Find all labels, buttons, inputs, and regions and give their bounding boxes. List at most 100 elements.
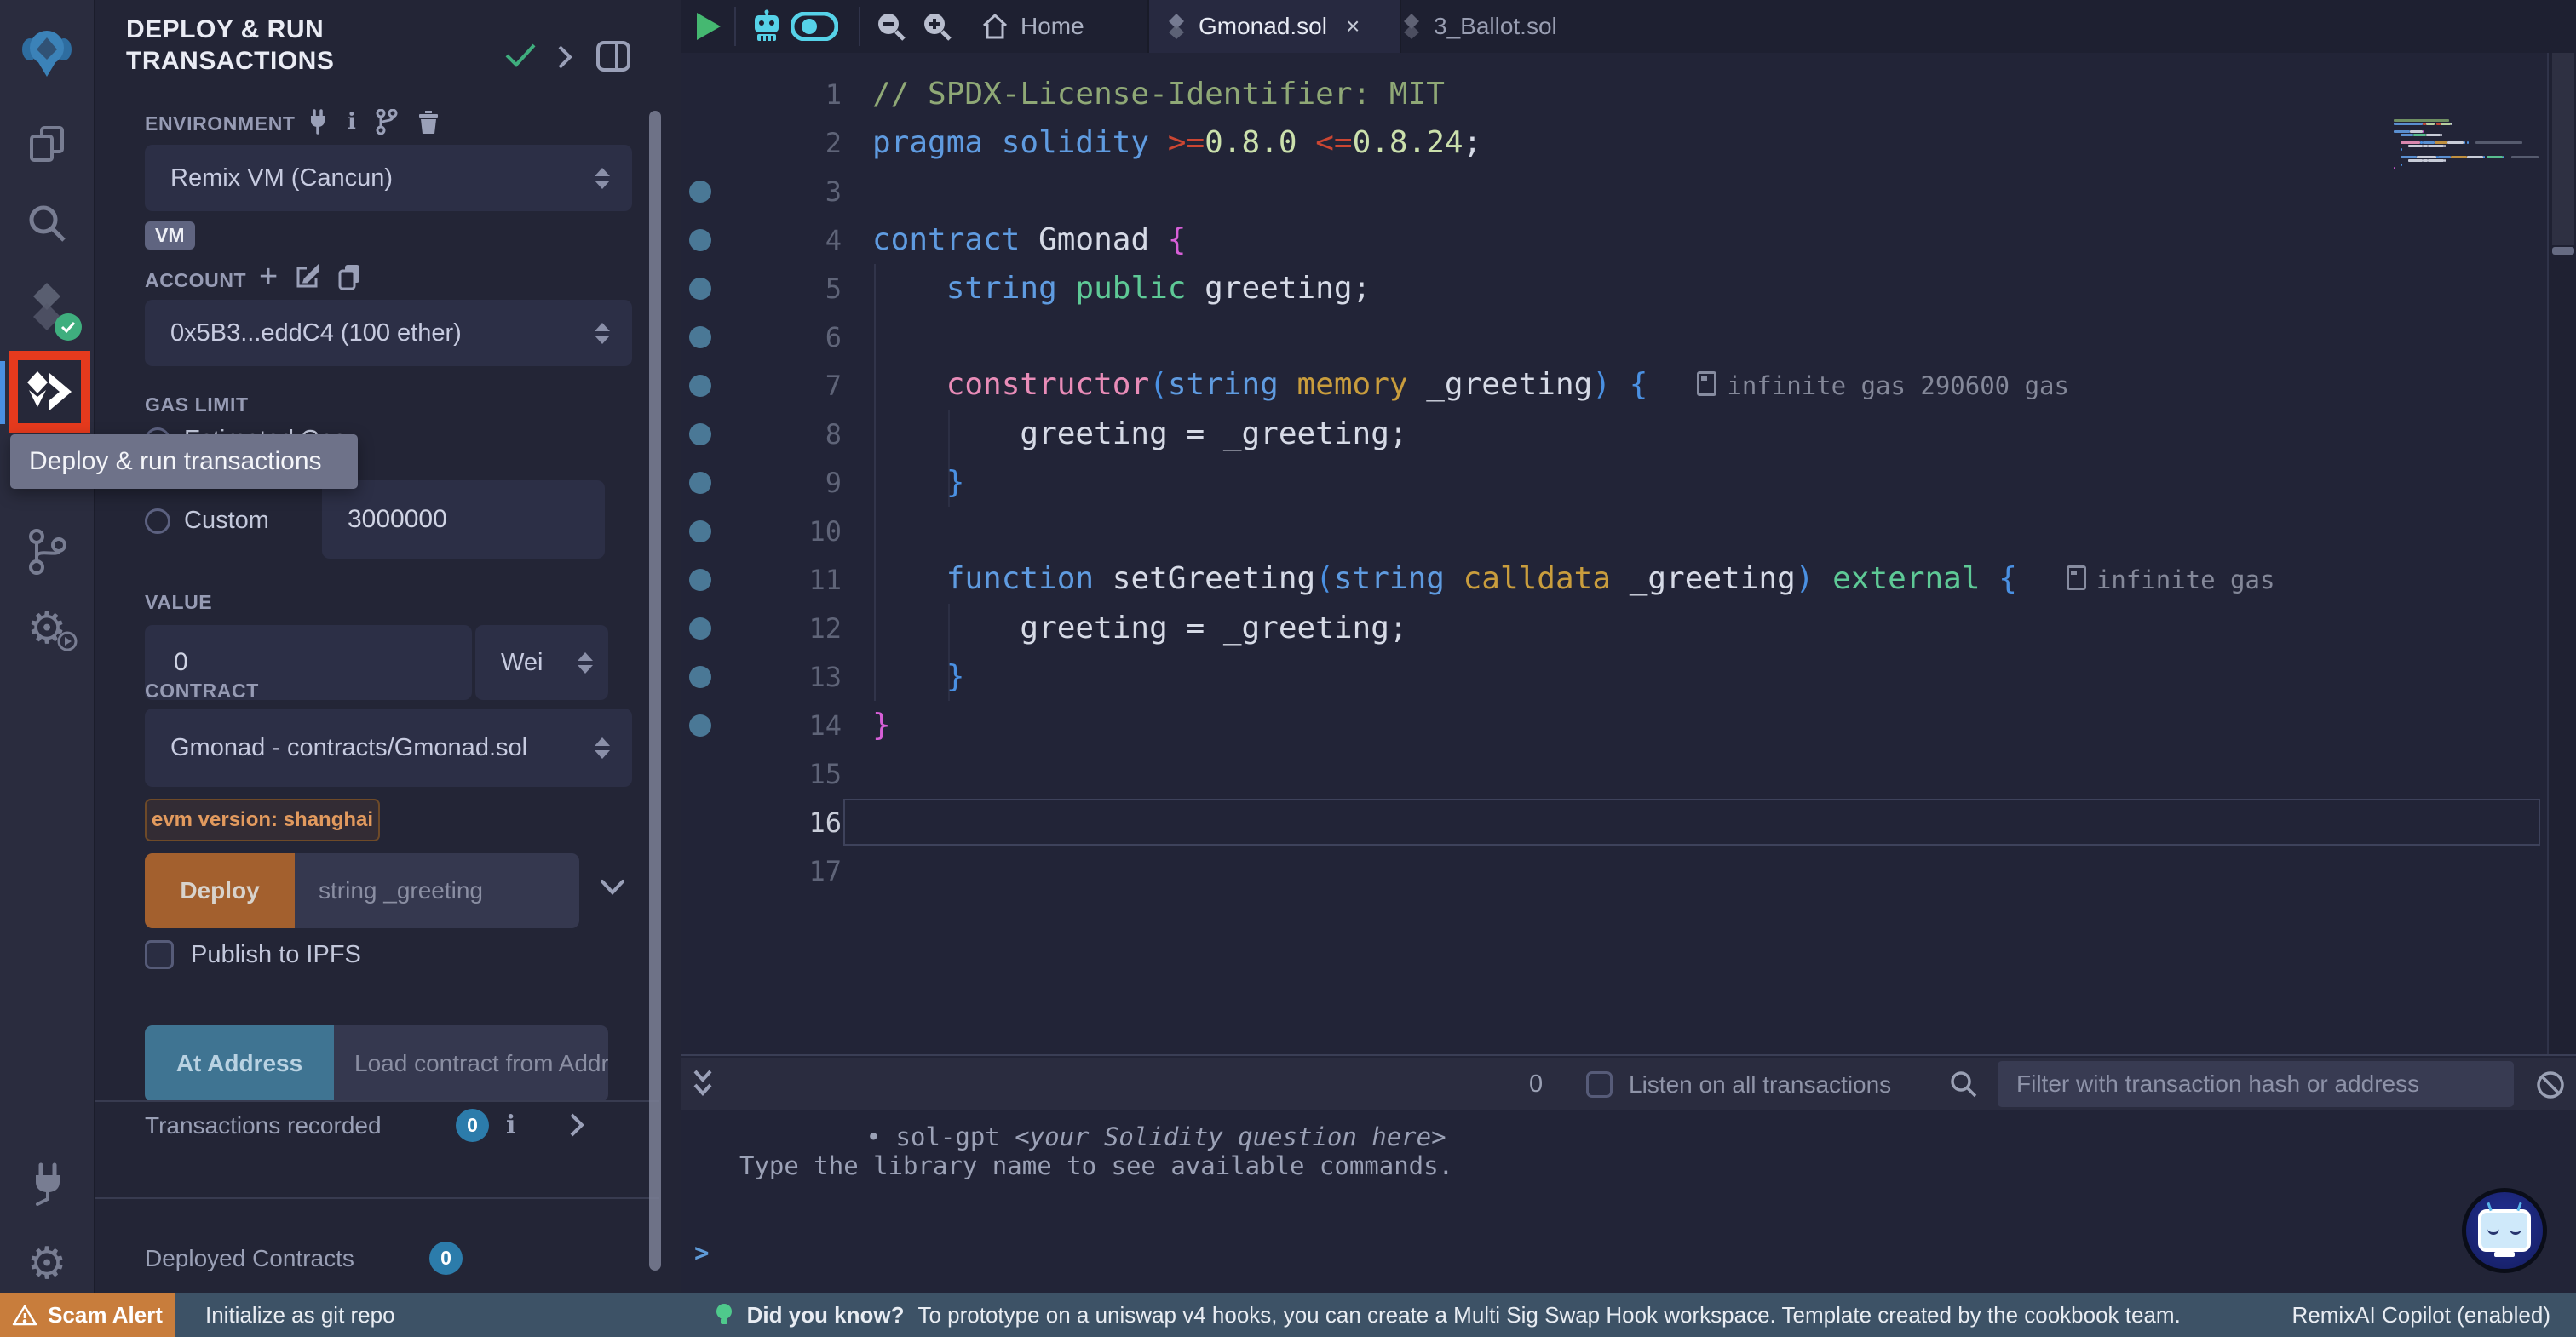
delete-environment-icon[interactable] — [417, 109, 440, 135]
code-line[interactable]: 16 — [681, 798, 2576, 846]
transaction-filter-input[interactable]: Filter with transaction hash or address — [1998, 1061, 2514, 1107]
plug-icon[interactable] — [307, 109, 329, 135]
copy-account-icon[interactable] — [337, 263, 361, 290]
breakpoint-dot[interactable] — [689, 229, 711, 251]
panel-title: DEPLOY & RUN TRANSACTIONS — [126, 14, 501, 77]
search-icon[interactable] — [0, 201, 94, 245]
git-init-item[interactable]: Initialize as git repo — [205, 1302, 395, 1328]
account-select[interactable]: 0x5B3...eddC4 (100 ether) — [145, 300, 632, 366]
transactions-expand-icon[interactable] — [569, 1112, 584, 1138]
at-address-button[interactable]: At Address — [145, 1025, 334, 1102]
remixai-assistant-button[interactable] — [2462, 1188, 2547, 1273]
settings-icon[interactable]: ⚙ — [0, 1242, 94, 1286]
vm-badge: VM — [145, 221, 195, 250]
code-line[interactable]: 11 function setGreeting(string calldata … — [681, 555, 2576, 604]
breakpoint-dot[interactable] — [689, 520, 711, 542]
breakpoint-dot[interactable] — [689, 423, 711, 445]
code-line[interactable]: 4contract Gmonad { — [681, 215, 2576, 264]
value-label: VALUE — [145, 591, 212, 614]
breakpoint-dot[interactable] — [689, 714, 711, 737]
breakpoint-dot[interactable] — [689, 617, 711, 640]
edit-account-icon[interactable] — [295, 264, 320, 290]
zoom-out-icon[interactable] — [876, 11, 906, 42]
breakpoint-dot[interactable] — [689, 666, 711, 688]
breakpoint-dot[interactable] — [689, 375, 711, 397]
code-line[interactable]: 9 } — [681, 458, 2576, 507]
run-script-icon[interactable] — [695, 11, 722, 42]
panel-scrollbar[interactable] — [649, 111, 661, 1271]
breakpoint-dot[interactable] — [689, 472, 711, 494]
environment-select[interactable]: Remix VM (Cancun) — [145, 145, 632, 211]
editor-scrollbar[interactable] — [2547, 53, 2576, 1054]
ai-copilot-robot-icon[interactable] — [750, 9, 784, 43]
add-account-icon[interactable]: + — [259, 262, 278, 291]
breakpoint-dot[interactable] — [689, 278, 711, 300]
breakpoint-dot[interactable] — [689, 326, 711, 348]
lightbulb-icon — [715, 1302, 733, 1328]
breakpoint-dot[interactable] — [689, 181, 711, 203]
clear-console-icon[interactable] — [2535, 1070, 2566, 1100]
at-address-input[interactable]: Load contract from Address — [334, 1025, 608, 1102]
terminal: • sol-gpt <your Solidity question here> … — [681, 1054, 2576, 1293]
code-line[interactable]: 8 greeting = _greeting; — [681, 410, 2576, 458]
plugin-connect-icon[interactable] — [0, 1160, 94, 1206]
publish-ipfs-row[interactable]: Publish to IPFS — [145, 940, 361, 969]
code-line[interactable]: 17 — [681, 846, 2576, 895]
zoom-in-icon[interactable] — [922, 11, 952, 42]
code-line[interactable]: 6 — [681, 313, 2576, 361]
copilot-toggle-icon[interactable] — [791, 12, 838, 41]
minimap[interactable] — [2394, 119, 2544, 181]
tab-gmonad-sol[interactable]: Gmonad.sol × — [1147, 0, 1401, 53]
panel-expand-chevron-icon[interactable] — [557, 44, 572, 70]
code-line[interactable]: 2pragma solidity >=0.8.0 <=0.8.24; — [681, 118, 2576, 167]
code-line[interactable]: 5 string public greeting; — [681, 264, 2576, 313]
breakpoint-dot[interactable] — [689, 569, 711, 591]
terminal-prompt: > — [694, 1238, 709, 1267]
custom-gas-radio-row[interactable]: Custom — [145, 507, 269, 535]
code-editor[interactable]: 1// SPDX-License-Identifier: MIT2pragma … — [681, 53, 2576, 1054]
environment-info-icon[interactable]: i — [348, 109, 356, 135]
copilot-status[interactable]: RemixAI Copilot (enabled) — [2292, 1302, 2550, 1328]
custom-gas-input[interactable]: 3000000 — [322, 480, 605, 559]
git-icon[interactable] — [0, 528, 94, 576]
deploy-expand-chevron-icon[interactable] — [600, 879, 625, 896]
custom-gas-radio-label: Custom — [184, 507, 269, 535]
code-line[interactable]: 12 greeting = _greeting; — [681, 604, 2576, 652]
deploy-param-input[interactable]: string _greeting — [295, 853, 579, 928]
plugin-manager-icon[interactable]: ⚙ — [0, 606, 94, 651]
close-tab-icon[interactable]: × — [1346, 13, 1360, 40]
deploy-run-highlight-box[interactable] — [9, 351, 90, 433]
section-divider — [95, 1197, 659, 1199]
contract-select[interactable]: Gmonad - contracts/Gmonad.sol — [145, 709, 632, 787]
line-number: 3 — [719, 175, 842, 208]
fork-environment-icon[interactable] — [375, 109, 399, 135]
listen-all-transactions-checkbox[interactable] — [1586, 1071, 1613, 1098]
custom-gas-radio[interactable] — [145, 508, 170, 534]
remix-logo-icon[interactable] — [0, 24, 94, 78]
pin-panel-icon[interactable] — [595, 39, 632, 73]
solidity-compiler-icon[interactable] — [0, 281, 94, 334]
code-line[interactable]: 3 — [681, 167, 2576, 215]
transactions-info-icon[interactable]: i — [506, 1110, 515, 1140]
scam-alert-badge[interactable]: Scam Alert — [0, 1293, 175, 1337]
status-bar: Scam Alert Initialize as git repo Did yo… — [0, 1293, 2576, 1337]
value-unit-select[interactable]: Wei — [475, 625, 608, 700]
select-arrows-icon — [578, 652, 593, 674]
file-explorer-icon[interactable] — [0, 123, 94, 167]
code-line[interactable]: 14} — [681, 701, 2576, 749]
deploy-button[interactable]: Deploy — [145, 853, 295, 928]
code-line[interactable]: 7 constructor(string memory _greeting) {… — [681, 361, 2576, 410]
deployed-contracts-label: Deployed Contracts — [145, 1245, 354, 1272]
tab-ballot-sol[interactable]: 3_Ballot.sol — [1384, 0, 1585, 53]
line-number: 16 — [719, 806, 842, 839]
tab-home[interactable]: Home — [963, 0, 1164, 53]
code-line[interactable]: 1// SPDX-License-Identifier: MIT — [681, 70, 2576, 118]
environment-label: ENVIRONMENT — [145, 112, 296, 135]
terminal-search-icon[interactable] — [1949, 1070, 1978, 1099]
publish-ipfs-checkbox[interactable] — [145, 940, 174, 969]
code-line[interactable]: 10 — [681, 507, 2576, 555]
line-number: 2 — [719, 127, 842, 159]
collapse-terminal-icon[interactable] — [692, 1068, 714, 1100]
code-line[interactable]: 15 — [681, 749, 2576, 798]
code-line[interactable]: 13 } — [681, 652, 2576, 701]
